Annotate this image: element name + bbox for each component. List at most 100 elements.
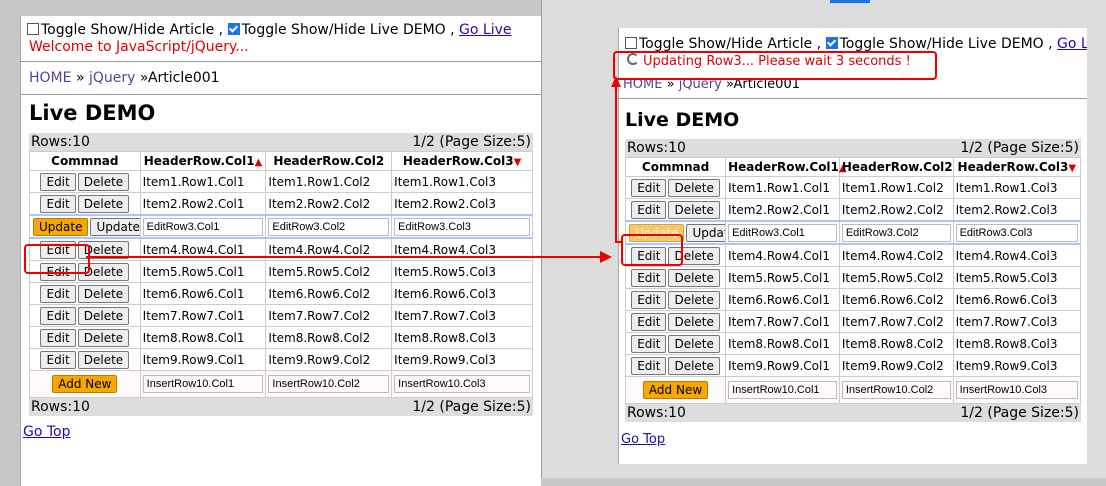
go-live-link[interactable]: Go Live	[1057, 36, 1087, 52]
add-new-button[interactable]: Add New	[52, 375, 118, 393]
edit-button[interactable]: Edit	[631, 312, 667, 331]
table-cell: Item2.Row2.Col3	[391, 192, 533, 216]
header-col1[interactable]: HeaderRow.Col1▲	[725, 157, 847, 177]
edit-button[interactable]: Edit	[40, 328, 76, 347]
table-cell: Item8.Row8.Col3	[952, 332, 1082, 355]
table-row: Edit Delete Item9.Row9.Col1 Item9.Row9.Col2…	[624, 354, 1082, 377]
edit-input-col2[interactable]: EditRow3.Col2	[268, 217, 390, 236]
edit-button[interactable]: Edit	[631, 290, 667, 309]
table-cell: Item6.Row6.Col3	[952, 288, 1082, 311]
delete-button[interactable]: Delete	[77, 194, 130, 213]
status-message: Welcome to JavaScript/jQuery...	[29, 39, 249, 55]
table-cell: Item7.Row7.Col3	[391, 304, 533, 327]
update-button-secondary[interactable]: Update	[686, 223, 725, 242]
header-col2[interactable]: HeaderRow.Col2	[838, 157, 954, 177]
table-row: Edit Delete Item5.Row5.Col1 Item5.Row5.Col2…	[624, 266, 1082, 289]
insert-input-col2[interactable]: InsertRow10.Col2	[841, 381, 951, 399]
table-cell: Item4.Row4.Col1	[139, 237, 267, 261]
sort-ascending-icon: ▲	[254, 157, 263, 168]
page-info: 1/2 (Page Size:5)	[960, 140, 1079, 156]
table-cell: Item9.Row9.Col3	[952, 354, 1082, 377]
header-col3[interactable]: HeaderRow.Col3▼	[952, 157, 1082, 177]
breadcrumb: HOME » jQuery »Article001	[21, 62, 541, 94]
page-info: 1/2 (Page Size:5)	[412, 134, 531, 150]
insert-input-col3[interactable]: InsertRow10.Col3	[955, 381, 1078, 399]
breadcrumb-jquery[interactable]: jQuery	[89, 70, 135, 86]
insert-input-col3[interactable]: InsertRow10.Col3	[394, 375, 530, 393]
header-col2[interactable]: HeaderRow.Col2	[265, 151, 393, 171]
header-col3[interactable]: HeaderRow.Col3▼	[391, 151, 533, 171]
edit-button[interactable]: Edit	[40, 194, 76, 213]
table-cell: Item5.Row5.Col1	[139, 260, 267, 283]
toggle-article-checkbox[interactable]	[625, 37, 637, 49]
table-row-editing: UpdateUpdateEditRow3.Col1EditRow3.Col2Ed…	[624, 220, 1082, 245]
edit-button[interactable]: Edit	[631, 356, 667, 375]
grid-pager-bottom: Rows:10 1/2 (Page Size:5)	[625, 404, 1081, 422]
delete-button[interactable]: Delete	[77, 328, 130, 347]
edit-input-col2[interactable]: EditRow3.Col2	[841, 223, 951, 242]
table-row: Edit Delete Item5.Row5.Col1 Item5.Row5.Col2…	[29, 260, 533, 283]
insert-input-col1[interactable]: InsertRow10.Col1	[728, 381, 837, 399]
edit-button[interactable]: Edit	[40, 172, 76, 191]
table-cell: Item6.Row6.Col2	[265, 282, 393, 305]
table-row: Edit Delete Item2.Row2.Col1 Item2.Row2.Col2…	[29, 192, 533, 216]
edit-input-col1[interactable]: EditRow3.Col1	[728, 223, 837, 242]
table-cell: Item7.Row7.Col3	[952, 310, 1082, 333]
table-cell: Item9.Row9.Col1	[139, 348, 267, 371]
toggle-demo-checkbox[interactable]	[825, 37, 838, 49]
grid-pager-top: Rows:10 1/2 (Page Size:5)	[625, 139, 1081, 157]
delete-button[interactable]: Delete	[668, 312, 720, 331]
table-row: Edit Delete Item9.Row9.Col1 Item9.Row9.Col2…	[29, 348, 533, 371]
table-cell: Item9.Row9.Col2	[838, 354, 954, 377]
delete-button[interactable]: Delete	[668, 334, 720, 353]
table-cell: Item2.Row2.Col3	[952, 198, 1082, 222]
edit-button[interactable]: Edit	[631, 178, 667, 197]
highlight-update-button-left	[24, 244, 90, 274]
toggle-demo-checkbox[interactable]	[227, 23, 240, 35]
page-info: 1/2 (Page Size:5)	[412, 399, 531, 415]
edit-button[interactable]: Edit	[40, 284, 76, 303]
table-cell: Item5.Row5.Col3	[391, 260, 533, 283]
table-cell: Item1.Row1.Col3	[952, 176, 1082, 199]
edit-input-col1[interactable]: EditRow3.Col1	[142, 217, 264, 236]
breadcrumb-home[interactable]: HOME	[29, 70, 71, 86]
go-top-link[interactable]: Go Top	[23, 424, 71, 440]
edit-input-col3[interactable]: EditRow3.Col3	[955, 223, 1078, 242]
delete-button[interactable]: Delete	[77, 350, 130, 369]
edit-button[interactable]: Edit	[40, 306, 76, 325]
breadcrumb-separator: »	[75, 70, 85, 86]
delete-button[interactable]: Delete	[77, 172, 130, 191]
table-row: Edit Delete Item2.Row2.Col1 Item2.Row2.Col2…	[624, 198, 1082, 222]
go-top-link[interactable]: Go Top	[621, 432, 665, 447]
toggle-article-checkbox[interactable]	[27, 23, 39, 35]
delete-button[interactable]: Delete	[668, 268, 720, 287]
insert-input-col1[interactable]: InsertRow10.Col1	[142, 375, 264, 393]
edit-button[interactable]: Edit	[631, 200, 667, 219]
edit-button[interactable]: Edit	[631, 268, 667, 287]
delete-button[interactable]: Delete	[77, 284, 130, 303]
go-live-link[interactable]: Go Live	[459, 22, 511, 38]
rows-count: Rows:10	[31, 134, 90, 150]
update-button-secondary[interactable]: Update	[90, 217, 140, 236]
delete-button[interactable]: Delete	[668, 356, 720, 375]
delete-button[interactable]: Delete	[668, 290, 720, 309]
toggle-article-label: Toggle Show/Hide Article ,	[41, 22, 224, 38]
table-cell: Item1.Row1.Col1	[139, 170, 267, 193]
insert-input-col2[interactable]: InsertRow10.Col2	[268, 375, 390, 393]
update-button[interactable]: Update	[33, 217, 89, 236]
data-grid: Rows:10 1/2 (Page Size:5) Commnad HeaderRow…	[624, 139, 1082, 422]
table-row: Edit Delete Item4.Row4.Col1 Item4.Row4.Col2…	[624, 243, 1082, 267]
header-col1[interactable]: HeaderRow.Col1▲	[139, 151, 267, 171]
edit-button[interactable]: Edit	[40, 350, 76, 369]
add-new-button[interactable]: Add New	[642, 381, 709, 399]
delete-button[interactable]: Delete	[668, 178, 720, 197]
table-row: Edit Delete Item7.Row7.Col1 Item7.Row7.Col2…	[29, 304, 533, 327]
delete-button[interactable]: Delete	[668, 200, 720, 219]
header-command: Commnad	[29, 151, 141, 171]
edit-button[interactable]: Edit	[631, 334, 667, 353]
table-cell: Item7.Row7.Col2	[838, 310, 954, 333]
toggle-article-label: Toggle Show/Hide Article ,	[639, 36, 822, 52]
table-cell: Item5.Row5.Col1	[725, 266, 840, 289]
edit-input-col3[interactable]: EditRow3.Col3	[394, 217, 530, 236]
delete-button[interactable]: Delete	[77, 306, 130, 325]
